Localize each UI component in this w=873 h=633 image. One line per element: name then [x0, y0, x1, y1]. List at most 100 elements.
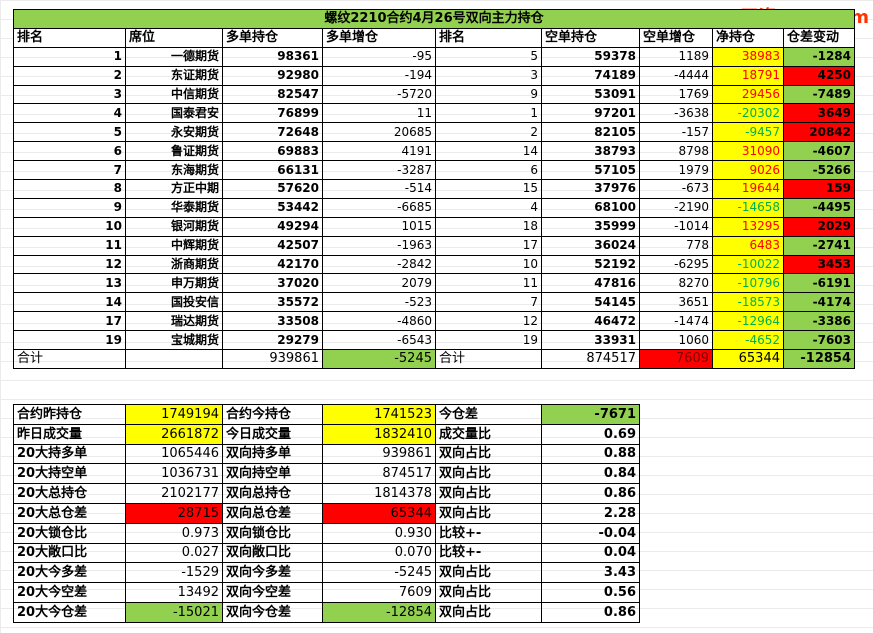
cell[interactable]: 53442: [222, 197, 323, 218]
cell[interactable]: -4860: [322, 311, 436, 332]
cell[interactable]: 42507: [222, 235, 323, 256]
summary-cell[interactable]: 成交量比: [435, 423, 542, 445]
cell[interactable]: -7489: [783, 84, 855, 105]
cell[interactable]: -5720: [322, 84, 436, 105]
cell[interactable]: 82105: [541, 122, 640, 143]
summary-cell[interactable]: -1529: [125, 562, 223, 584]
cell[interactable]: 17: [13, 311, 126, 332]
summary-cell[interactable]: 13492: [125, 582, 223, 603]
column-header[interactable]: 多单持仓: [222, 27, 323, 48]
cell[interactable]: 29456: [712, 84, 784, 105]
summary-cell[interactable]: 0.84: [541, 463, 640, 485]
cell[interactable]: 11: [13, 235, 126, 256]
total-cell[interactable]: 7609: [639, 349, 713, 369]
summary-cell[interactable]: 合约昨持仓: [13, 404, 126, 425]
cell[interactable]: -4652: [712, 330, 784, 351]
cell[interactable]: 36024: [541, 235, 640, 256]
summary-cell[interactable]: 20大总仓差: [13, 502, 126, 524]
summary-cell[interactable]: 双向持空单: [222, 463, 323, 485]
column-header[interactable]: 空单增仓: [639, 27, 713, 48]
cell[interactable]: 19: [13, 330, 126, 351]
cell[interactable]: 2079: [322, 273, 436, 294]
summary-cell[interactable]: 0.86: [541, 483, 640, 504]
summary-cell[interactable]: 双向占比: [435, 443, 542, 465]
summary-cell[interactable]: 双向今仓差: [222, 601, 323, 623]
cell[interactable]: 15: [435, 179, 542, 199]
cell[interactable]: 12: [435, 311, 542, 332]
cell[interactable]: 10: [435, 254, 542, 275]
cell[interactable]: -2190: [639, 197, 713, 218]
cell[interactable]: 2: [435, 122, 542, 143]
summary-cell[interactable]: 双向占比: [435, 562, 542, 584]
summary-cell[interactable]: -15021: [125, 601, 223, 623]
summary-cell[interactable]: 双向占比: [435, 483, 542, 504]
summary-cell[interactable]: 20大总持仓: [13, 483, 126, 504]
cell[interactable]: 82547: [222, 84, 323, 105]
summary-cell[interactable]: -5245: [322, 562, 436, 584]
cell[interactable]: -3386: [783, 311, 855, 332]
column-header[interactable]: 席位: [125, 27, 223, 48]
cell[interactable]: -2842: [322, 254, 436, 275]
cell[interactable]: 方正中期: [125, 179, 223, 199]
column-header[interactable]: 多单增仓: [322, 27, 436, 48]
summary-cell[interactable]: 0.070: [322, 542, 436, 564]
cell[interactable]: -3287: [322, 160, 436, 181]
summary-cell[interactable]: 0.027: [125, 542, 223, 564]
cell[interactable]: 浙商期货: [125, 254, 223, 275]
summary-cell[interactable]: 1036731: [125, 463, 223, 485]
column-header[interactable]: 净持仓: [712, 27, 784, 48]
cell[interactable]: 37020: [222, 273, 323, 294]
summary-cell[interactable]: 0.04: [541, 542, 640, 564]
cell[interactable]: 46472: [541, 311, 640, 332]
summary-cell[interactable]: -7671: [541, 404, 640, 425]
column-header[interactable]: 排名: [435, 27, 542, 48]
summary-cell[interactable]: 比较+-: [435, 522, 542, 544]
cell[interactable]: 鲁证期货: [125, 141, 223, 162]
summary-cell[interactable]: 0.56: [541, 582, 640, 603]
cell[interactable]: 33508: [222, 311, 323, 332]
cell[interactable]: 35572: [222, 292, 323, 313]
summary-cell[interactable]: 1065446: [125, 443, 223, 465]
cell[interactable]: 3: [13, 84, 126, 105]
cell[interactable]: 8: [13, 179, 126, 199]
cell[interactable]: 69883: [222, 141, 323, 162]
cell[interactable]: -6295: [639, 254, 713, 275]
cell[interactable]: 57620: [222, 179, 323, 199]
cell[interactable]: 银河期货: [125, 216, 223, 237]
cell[interactable]: 18791: [712, 65, 784, 86]
cell[interactable]: -4174: [783, 292, 855, 313]
cell[interactable]: -10796: [712, 273, 784, 294]
cell[interactable]: -1284: [783, 46, 855, 67]
cell[interactable]: 19644: [712, 179, 784, 199]
total-cell[interactable]: [125, 349, 223, 369]
column-header[interactable]: 仓差变动: [783, 27, 855, 48]
cell[interactable]: 2029: [783, 216, 855, 237]
summary-cell[interactable]: 20大持多单: [13, 443, 126, 465]
summary-cell[interactable]: 双向锁仓比: [222, 522, 323, 544]
summary-cell[interactable]: 28715: [125, 502, 223, 524]
cell[interactable]: 国泰君安: [125, 103, 223, 124]
cell[interactable]: 20842: [783, 122, 855, 143]
summary-cell[interactable]: 双向占比: [435, 502, 542, 524]
cell[interactable]: -6543: [322, 330, 436, 351]
cell[interactable]: 3649: [783, 103, 855, 124]
cell[interactable]: 47816: [541, 273, 640, 294]
cell[interactable]: 4250: [783, 65, 855, 86]
cell[interactable]: 11: [322, 103, 436, 124]
summary-cell[interactable]: 7609: [322, 582, 436, 603]
summary-cell[interactable]: 2.28: [541, 502, 640, 524]
summary-cell[interactable]: 939861: [322, 443, 436, 465]
summary-cell[interactable]: 1832410: [322, 423, 436, 445]
cell[interactable]: 778: [639, 235, 713, 256]
cell[interactable]: -1014: [639, 216, 713, 237]
summary-cell[interactable]: -12854: [322, 601, 436, 623]
summary-cell[interactable]: 20大敞口比: [13, 542, 126, 564]
column-header[interactable]: 空单持仓: [541, 27, 640, 48]
cell[interactable]: 华泰期货: [125, 197, 223, 218]
cell[interactable]: 1: [435, 103, 542, 124]
cell[interactable]: 76899: [222, 103, 323, 124]
cell[interactable]: 72648: [222, 122, 323, 143]
cell[interactable]: 7: [13, 160, 126, 181]
summary-cell[interactable]: 874517: [322, 463, 436, 485]
cell[interactable]: -157: [639, 122, 713, 143]
